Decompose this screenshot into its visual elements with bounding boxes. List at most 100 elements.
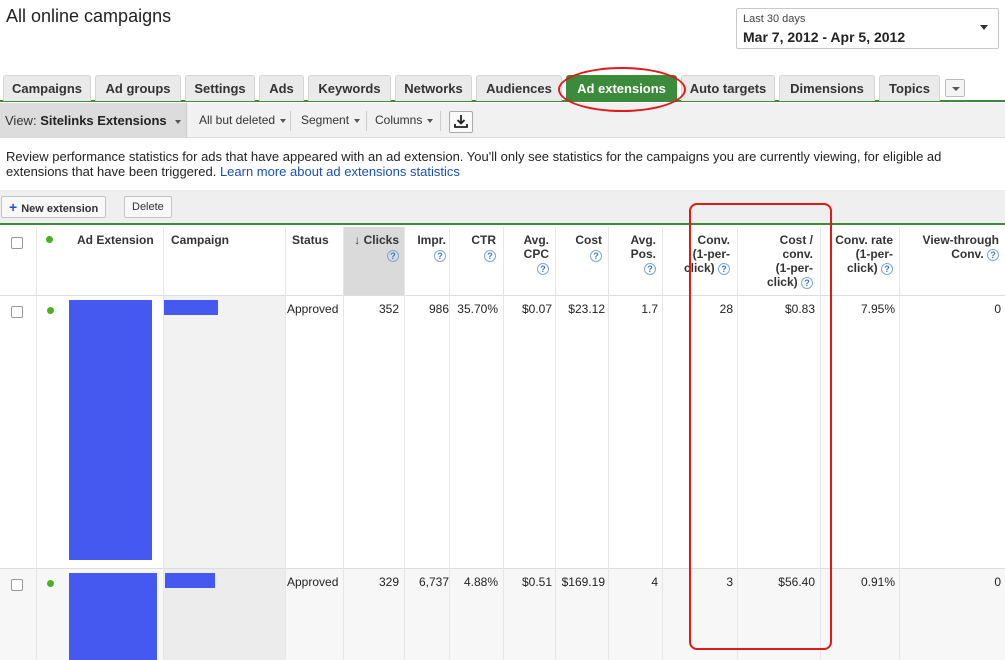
- header-cost-label: Cost: [575, 233, 602, 247]
- status-cell: Approved: [287, 302, 339, 316]
- redacted-ad-extension: [69, 300, 152, 560]
- column-divider: [608, 227, 609, 660]
- download-button[interactable]: [449, 111, 473, 133]
- tab-settings[interactable]: Settings: [185, 75, 255, 101]
- view-toolbar: View: Sitelinks Extensions All but delet…: [0, 103, 1005, 138]
- conv-rate-cell: 0.91%: [860, 575, 895, 589]
- segment-dropdown[interactable]: Segment: [301, 103, 361, 138]
- clicks-cell: 329: [378, 575, 399, 589]
- header-view-through[interactable]: View-through Conv. ?: [904, 233, 999, 261]
- status-dot-icon: [47, 307, 54, 314]
- cost-cell: $169.19: [561, 575, 605, 589]
- redacted-campaign-link[interactable]: [165, 573, 215, 588]
- annotation-highlight-oval: [558, 67, 686, 112]
- select-all-checkbox[interactable]: [11, 237, 23, 249]
- header-cost[interactable]: Cost ?: [556, 233, 602, 262]
- row-checkbox[interactable]: [11, 579, 23, 591]
- avg-cpc-cell: $0.51: [521, 575, 552, 589]
- header-clicks[interactable]: ↓ Clicks ?: [343, 233, 399, 262]
- clicks-cell: 352: [378, 302, 399, 316]
- learn-more-link[interactable]: Learn more about ad extensions statistic…: [220, 164, 460, 179]
- header-view-through-line1: View-through: [922, 233, 999, 247]
- tab-dimensions[interactable]: Dimensions: [779, 75, 875, 101]
- ctr-cell: 35.70%: [457, 302, 498, 316]
- columns-dropdown[interactable]: Columns: [375, 103, 434, 138]
- tab-audiences[interactable]: Audiences: [476, 75, 562, 101]
- help-icon[interactable]: ?: [590, 249, 602, 262]
- header-impr-label: Impr.: [417, 233, 446, 247]
- campaign-cell-background: [163, 296, 285, 569]
- avg-pos-cell: 4: [651, 575, 658, 589]
- status-cell: Approved: [287, 575, 339, 589]
- header-ctr-label: CTR: [471, 233, 496, 247]
- filter-dropdown[interactable]: All but deleted: [199, 103, 287, 138]
- new-extension-label: New extension: [21, 203, 99, 215]
- header-campaign[interactable]: Campaign: [171, 233, 229, 247]
- status-dot-icon: [46, 236, 53, 243]
- chevron-down-icon: [952, 87, 960, 91]
- avg-cpc-cell: $0.07: [521, 302, 552, 316]
- more-tabs-button[interactable]: [945, 79, 965, 97]
- header-conv-rate[interactable]: Conv. rate (1-per- click) ?: [826, 233, 893, 275]
- column-divider: [285, 227, 286, 660]
- help-icon[interactable]: ?: [987, 248, 999, 261]
- help-icon[interactable]: ?: [387, 249, 399, 262]
- header-status[interactable]: Status: [292, 233, 329, 247]
- column-divider: [449, 227, 450, 660]
- view-selector[interactable]: View: Sitelinks Extensions: [0, 103, 187, 138]
- impr-cell: 986: [428, 302, 449, 316]
- header-conv-rate-line1: Conv. rate: [835, 233, 893, 247]
- impr-cell: 6,737: [418, 575, 449, 589]
- header-view-through-line2: Conv.: [951, 247, 984, 261]
- view-through-cell: 0: [994, 302, 1001, 316]
- page-title: All online campaigns: [6, 6, 172, 26]
- segment-label: Segment: [301, 113, 350, 127]
- description-text: Review performance statistics for ads th…: [6, 149, 996, 179]
- toolbar-divider: [440, 111, 441, 131]
- toolbar-divider: [366, 111, 367, 131]
- header-impr[interactable]: Impr. ?: [404, 233, 446, 262]
- view-value: Sitelinks Extensions: [40, 113, 167, 128]
- tab-ads[interactable]: Ads: [259, 75, 304, 101]
- header-avg-cpc[interactable]: Avg. CPC ?: [504, 233, 549, 275]
- date-range-selector[interactable]: Last 30 days Mar 7, 2012 - Apr 5, 2012: [736, 8, 999, 49]
- view-through-cell: 0: [994, 575, 1001, 589]
- column-divider: [343, 227, 344, 660]
- tab-keywords[interactable]: Keywords: [308, 75, 391, 101]
- redacted-ad-extension: [69, 573, 157, 660]
- header-conv-rate-line2: (1-per-: [855, 247, 893, 261]
- ctr-cell: 4.88%: [463, 575, 498, 589]
- help-icon[interactable]: ?: [484, 249, 496, 262]
- tab-networks[interactable]: Networks: [395, 75, 472, 101]
- help-icon[interactable]: ?: [881, 262, 893, 275]
- annotation-highlight-rectangle: [689, 203, 832, 650]
- header-ad-extension[interactable]: Ad Extension: [77, 233, 154, 247]
- new-extension-button[interactable]: + New extension: [1, 196, 107, 218]
- redacted-campaign-link[interactable]: [164, 300, 218, 315]
- header-avg-pos-line2: Pos.: [630, 247, 656, 261]
- column-divider: [555, 227, 556, 660]
- tab-ad-groups[interactable]: Ad groups: [95, 75, 181, 101]
- column-divider: [163, 227, 164, 660]
- help-icon[interactable]: ?: [644, 262, 656, 275]
- tab-topics[interactable]: Topics: [879, 75, 940, 101]
- column-divider: [36, 227, 37, 660]
- help-icon[interactable]: ?: [537, 262, 549, 275]
- chevron-down-icon: [980, 25, 988, 30]
- tab-auto-targets[interactable]: Auto targets: [681, 75, 775, 101]
- chevron-down-icon: [175, 119, 182, 124]
- cost-cell: $23.12: [568, 302, 605, 316]
- header-avg-cpc-line2: CPC: [523, 247, 549, 261]
- header-ctr[interactable]: CTR ?: [450, 233, 496, 262]
- tab-campaigns[interactable]: Campaigns: [3, 75, 91, 101]
- chevron-down-icon: [427, 118, 434, 123]
- help-icon[interactable]: ?: [434, 249, 446, 262]
- view-prefix: View:: [5, 113, 37, 128]
- row-checkbox[interactable]: [11, 306, 23, 318]
- ad-extensions-table: Ad Extension Campaign Status ↓ Clicks ? …: [0, 227, 1005, 660]
- filter-label: All but deleted: [199, 113, 276, 127]
- status-dot-icon: [47, 580, 54, 587]
- header-avg-pos[interactable]: Avg. Pos. ?: [610, 233, 656, 275]
- conv-rate-cell: 7.95%: [860, 302, 895, 316]
- delete-button[interactable]: Delete: [124, 196, 172, 218]
